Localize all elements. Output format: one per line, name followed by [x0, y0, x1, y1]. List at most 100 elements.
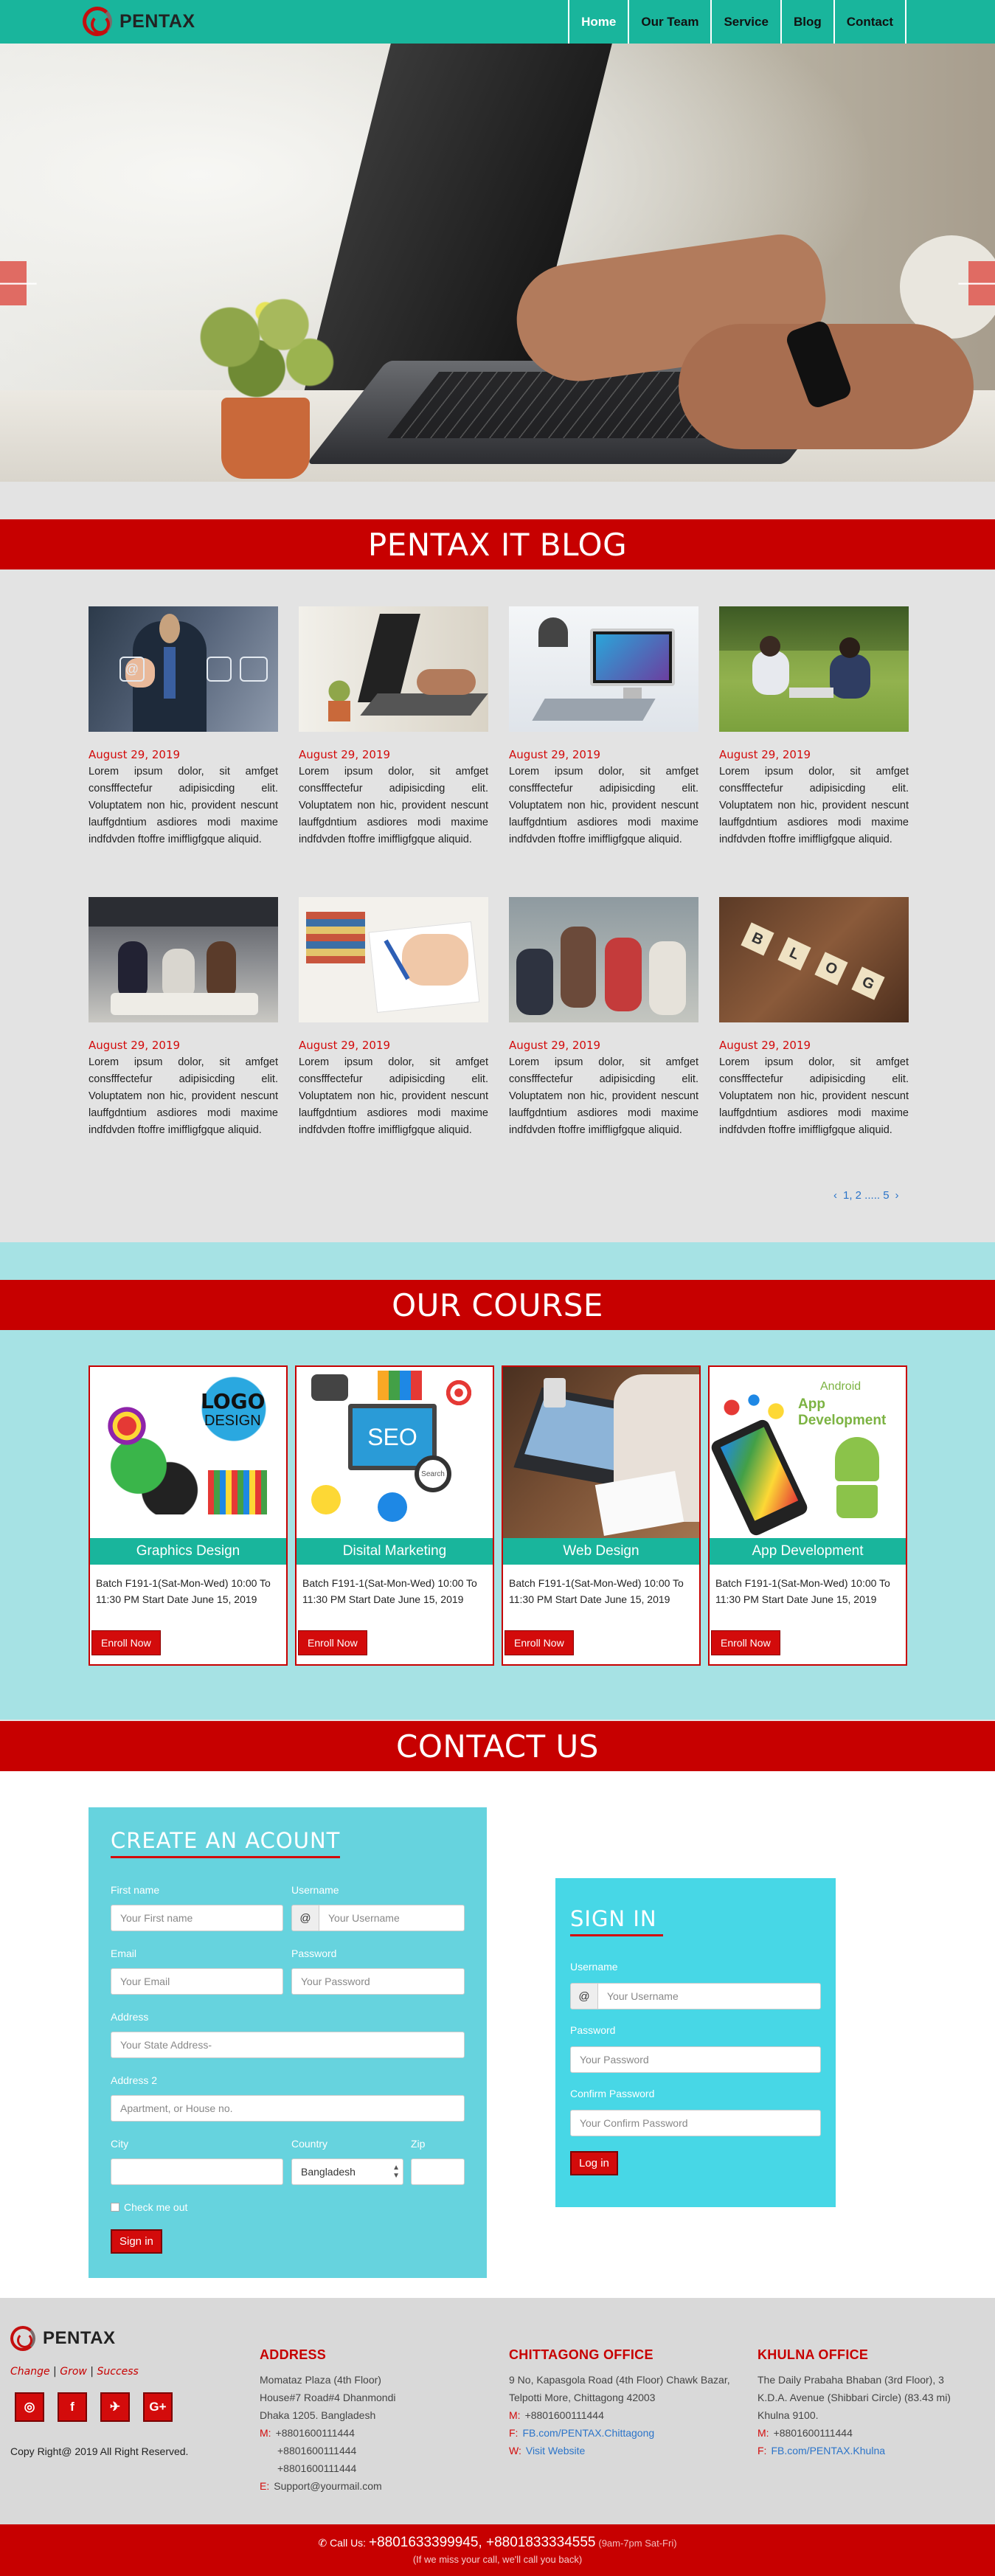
- enroll-button[interactable]: Enroll Now: [298, 1630, 367, 1655]
- copyright: Copy Right@ 2019 All Right Reserved.: [10, 2445, 189, 2457]
- address2-input[interactable]: Apartment, or House no.: [111, 2095, 465, 2122]
- zip-input[interactable]: [411, 2158, 465, 2185]
- page: PENTAX Home Our Team Service Blog Contac…: [0, 0, 995, 2576]
- blog-thumb-students: [719, 606, 909, 732]
- city-input[interactable]: [111, 2158, 283, 2185]
- nav-home[interactable]: Home: [568, 0, 628, 44]
- country-label: Country: [291, 2138, 328, 2150]
- blog-post[interactable]: August 29, 2019 Lorem ipsum dolor, sit a…: [89, 897, 278, 1139]
- course-image-appdev: Android App Development: [710, 1367, 906, 1538]
- signin-username-input[interactable]: Your Username: [597, 1983, 821, 2009]
- blog-post[interactable]: @ August 29, 2019 Lorem ipsum dolor, sit…: [89, 606, 278, 848]
- course-heading: OUR COURSE: [0, 1280, 995, 1330]
- blog-post[interactable]: August 29, 2019 Lorem ipsum dolor, sit a…: [719, 606, 909, 848]
- signin-password-label: Password: [570, 2024, 616, 2036]
- brand-logo[interactable]: PENTAX: [83, 7, 195, 36]
- check-me-out-checkbox[interactable]: [111, 2203, 119, 2212]
- nav-our-team[interactable]: Our Team: [628, 0, 710, 44]
- title-underline: [111, 1856, 341, 1858]
- social-links: ◎ f ✈ G+: [15, 2392, 173, 2422]
- course-description: Batch F191-1(Sat-Mon-Wed) 10:00 To 11:30…: [96, 1577, 271, 1605]
- course-title: Disital Marketing: [297, 1538, 493, 1565]
- call-line: ✆ Call Us: +8801633399945, +880183333455…: [0, 2524, 995, 2551]
- create-account-title: CREATE AN ACOUNT: [111, 1828, 341, 1853]
- email-input[interactable]: Your Email: [111, 1968, 283, 1995]
- pagination-next-icon[interactable]: ›: [895, 1189, 899, 1202]
- course-card: SEO Search Disital Marketing Batch F191-…: [295, 1365, 494, 1666]
- blog-date: August 29, 2019: [89, 748, 181, 761]
- footer-brand[interactable]: PENTAX: [10, 2326, 116, 2351]
- first-name-input[interactable]: Your First name: [111, 1905, 283, 1931]
- at-icon: @: [570, 1983, 598, 2009]
- course-image-graphics: LOGO DESIGN: [90, 1367, 286, 1538]
- username-input[interactable]: Your Username: [319, 1905, 465, 1931]
- nav-contact[interactable]: Contact: [833, 0, 906, 44]
- blog-post[interactable]: B L O G August 29, 2019 Lorem ipsum dolo…: [719, 897, 909, 1139]
- android-word: Android: [820, 1380, 861, 1393]
- call-hours: (9am-7pm Sat-Fri): [598, 2538, 677, 2549]
- pentax-logo-icon: [10, 2326, 35, 2351]
- slider-next-arrow-icon[interactable]: 🡒: [956, 261, 995, 305]
- visit-website-link[interactable]: Visit Website: [526, 2445, 585, 2456]
- address-input[interactable]: Your State Address-: [111, 2032, 465, 2058]
- office-title: KHULNA OFFICE: [757, 2347, 869, 2362]
- enroll-button[interactable]: Enroll Now: [505, 1630, 574, 1655]
- blog-date: August 29, 2019: [719, 748, 811, 761]
- tagline-grow: Grow: [60, 2366, 87, 2378]
- enroll-button[interactable]: Enroll Now: [711, 1630, 780, 1655]
- logo-word: LOGO: [201, 1389, 266, 1413]
- blog-thumb-business: @: [89, 606, 278, 732]
- pagination-prev-icon[interactable]: ‹: [833, 1189, 837, 1202]
- facebook-link[interactable]: FB.com/PENTAX.Chittagong: [522, 2427, 654, 2439]
- course-image-webdesign: [503, 1367, 699, 1538]
- create-account-form: CREATE AN ACOUNT First name Your First n…: [89, 1807, 487, 2278]
- footer-brand-name: PENTAX: [43, 2328, 116, 2348]
- office-chittagong: CHITTAGONG OFFICE 9 No, Kapasgola Road (…: [509, 2346, 730, 2459]
- address-line: The Daily Prabaha Bhaban (3rd Floor), 3 …: [757, 2374, 951, 2421]
- contact-heading: CONTACT US: [0, 1721, 995, 1771]
- blog-excerpt: Lorem ipsum dolor, sit amfget consfffect…: [299, 766, 488, 845]
- blog-excerpt: Lorem ipsum dolor, sit amfget consfffect…: [509, 766, 698, 845]
- pentax-logo-icon: [83, 7, 112, 36]
- hero-plant-pot: [221, 398, 310, 479]
- blog-post[interactable]: August 29, 2019 Lorem ipsum dolor, sit a…: [299, 606, 488, 848]
- slider-prev-arrow-icon[interactable]: 🡐: [0, 261, 39, 305]
- blog-thumb-blog-tiles: B L O G: [719, 897, 909, 1022]
- instagram-icon[interactable]: ◎: [15, 2392, 44, 2422]
- confirm-password-input[interactable]: Your Confirm Password: [570, 2110, 821, 2136]
- address-line: Dhaka 1205. Bangladesh: [260, 2409, 376, 2421]
- password-input[interactable]: Your Password: [291, 1968, 465, 1995]
- blog-post[interactable]: August 29, 2019 Lorem ipsum dolor, sit a…: [509, 897, 698, 1139]
- sign-up-button[interactable]: Sign in: [111, 2229, 162, 2254]
- tagline-separator: |: [86, 2366, 97, 2378]
- design-word: DESIGN: [204, 1413, 261, 1429]
- blog-excerpt: Lorem ipsum dolor, sit amfget consfffect…: [719, 766, 909, 845]
- top-navbar: PENTAX Home Our Team Service Blog Contac…: [0, 0, 995, 44]
- google-plus-icon[interactable]: G+: [143, 2392, 173, 2422]
- tagline-separator: |: [49, 2366, 60, 2378]
- facebook-icon[interactable]: f: [58, 2392, 87, 2422]
- footer: PENTAX Change | Grow | Success ◎ f ✈ G+ …: [0, 2298, 995, 2524]
- facebook-link[interactable]: FB.com/PENTAX.Khulna: [771, 2445, 885, 2456]
- nav-blog[interactable]: Blog: [780, 0, 833, 44]
- hero-slider: 🡐 🡒: [0, 44, 995, 482]
- mobile-label: M:: [260, 2427, 271, 2439]
- address-label: Address: [111, 2011, 149, 2023]
- pagination-pages[interactable]: 1, 2 ..... 5: [843, 1189, 890, 1202]
- country-select[interactable]: Bangladesh ▲ ▼: [291, 2158, 403, 2185]
- zip-label: Zip: [411, 2138, 426, 2150]
- log-in-button[interactable]: Log in: [570, 2151, 618, 2175]
- blog-post[interactable]: August 29, 2019 Lorem ipsum dolor, sit a…: [509, 606, 698, 848]
- call-numbers[interactable]: +8801633399945, +8801833334555: [369, 2535, 596, 2550]
- check-me-out-label: Check me out: [124, 2201, 188, 2213]
- enroll-button[interactable]: Enroll Now: [91, 1630, 161, 1655]
- blog-pagination: ‹ 1, 2 ..... 5 ›: [833, 1189, 899, 1202]
- office-title: CHITTAGONG OFFICE: [509, 2347, 653, 2362]
- call-bar: ✆ Call Us: +8801633399945, +880183333455…: [0, 2524, 995, 2576]
- course-image-marketing: SEO Search: [297, 1367, 493, 1538]
- signin-password-input[interactable]: Your Password: [570, 2046, 821, 2073]
- nav-service[interactable]: Service: [710, 0, 780, 44]
- blog-post[interactable]: August 29, 2019 Lorem ipsum dolor, sit a…: [299, 897, 488, 1139]
- twitter-icon[interactable]: ✈: [100, 2392, 130, 2422]
- facebook-label: F:: [757, 2445, 767, 2456]
